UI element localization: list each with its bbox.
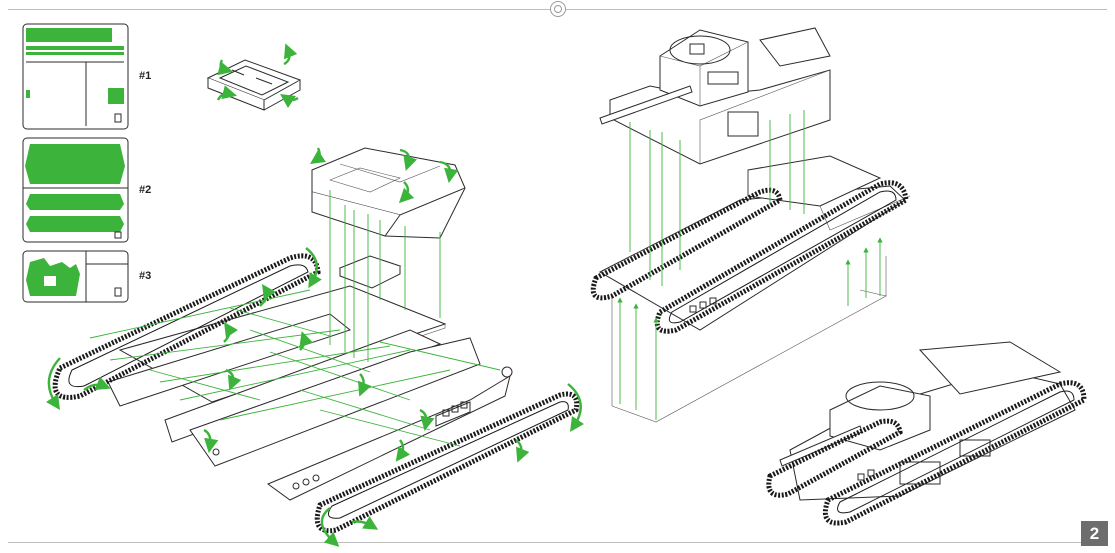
exploded-hull-assembly bbox=[46, 147, 584, 547]
part-sheet-1 bbox=[22, 23, 129, 130]
instruction-page: #1 #2 #3 2 bbox=[0, 0, 1115, 553]
turret-placement-assembly bbox=[590, 27, 911, 423]
sheet-label-1: #1 bbox=[139, 70, 152, 82]
sheet-label-2: #2 bbox=[139, 184, 152, 196]
part-sheet-2 bbox=[22, 137, 129, 243]
completed-model bbox=[766, 341, 1087, 526]
page-number-badge: 2 bbox=[1081, 521, 1108, 546]
sheet-label-3: #3 bbox=[139, 270, 152, 282]
assembly-diagram bbox=[22, 23, 1087, 547]
part-sheet-3 bbox=[22, 250, 129, 303]
tray-part bbox=[206, 43, 302, 111]
